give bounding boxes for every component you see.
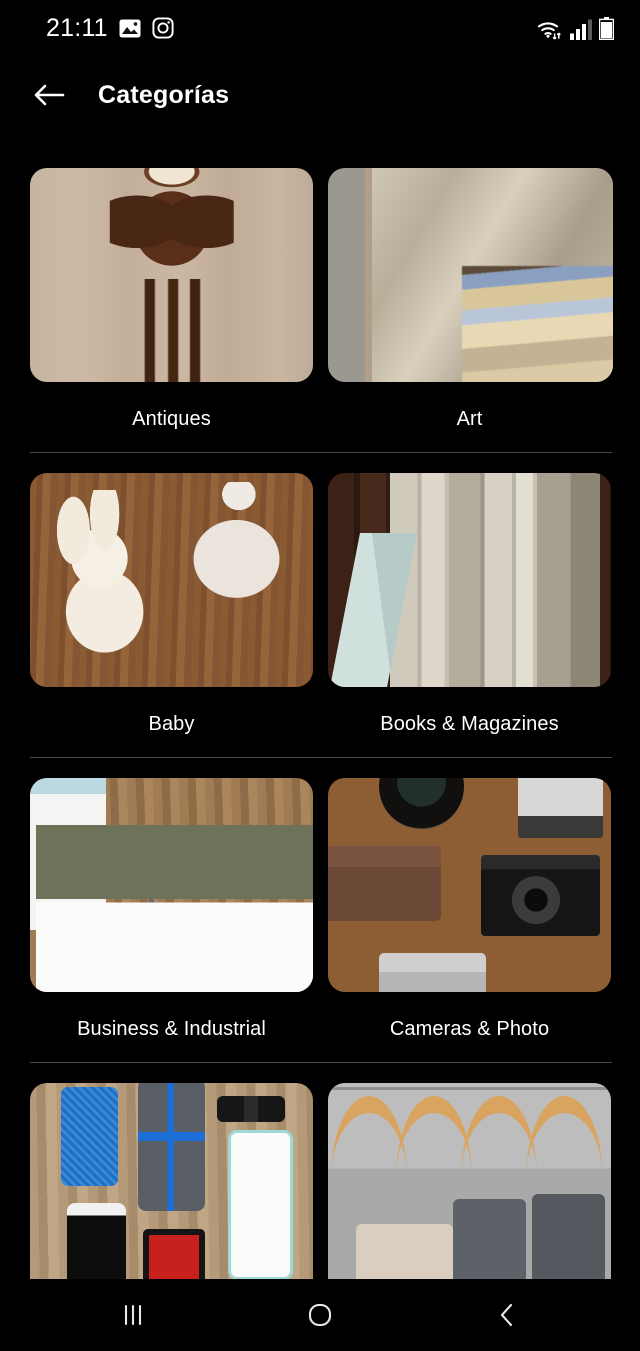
category-thumbnail[interactable] <box>30 1083 313 1279</box>
wifi-icon <box>537 19 563 40</box>
business-image <box>30 778 313 992</box>
back-arrow-icon <box>34 84 65 106</box>
category-thumbnail[interactable] <box>328 1083 611 1279</box>
white-case-shape <box>228 1130 294 1279</box>
flash-shape <box>517 778 603 838</box>
recents-button[interactable] <box>88 1300 178 1330</box>
baby-image <box>30 473 313 687</box>
cameras-image <box>328 778 611 992</box>
grey-case-shape <box>137 1083 206 1212</box>
signal-icon <box>570 19 592 40</box>
cell-phones-image <box>30 1083 313 1279</box>
clothing-image <box>328 1083 611 1279</box>
category-card-antiques[interactable]: Antiques <box>30 168 313 429</box>
camera-lens-shape <box>511 876 561 924</box>
red-phone-shape <box>143 1228 206 1279</box>
category-row: Antiques Art <box>0 148 640 453</box>
photo-icon <box>119 19 141 38</box>
android-navigation-bar <box>0 1279 640 1351</box>
rail-shape <box>328 1087 611 1091</box>
category-label: Business & Industrial <box>77 1018 266 1040</box>
category-card-business-industrial[interactable]: Business & Industrial <box>30 778 313 1039</box>
antiques-image <box>30 168 313 382</box>
garment-shape <box>356 1224 453 1279</box>
art-image <box>328 168 613 382</box>
category-card-clothing[interactable] <box>328 1083 611 1279</box>
status-bar-right <box>537 16 614 40</box>
instagram-icon <box>152 17 174 39</box>
nav-back-button[interactable] <box>462 1299 552 1331</box>
status-clock: 21:11 <box>46 13 108 42</box>
phone-screen: 21:11 Categorías Antiques Art Baby Books… <box>0 0 640 1351</box>
hanger-shape <box>526 1095 603 1229</box>
category-label: Antiques <box>132 408 211 430</box>
home-button[interactable] <box>275 1299 365 1331</box>
recents-icon <box>125 1304 142 1326</box>
category-label: Books & Magazines <box>380 713 559 735</box>
category-thumbnail[interactable] <box>30 778 313 992</box>
category-label: Cameras & Photo <box>389 1018 550 1040</box>
category-label: Art <box>456 408 483 430</box>
battery-icon <box>599 16 614 40</box>
pen-shape <box>136 897 155 992</box>
blue-case-shape <box>61 1087 118 1186</box>
home-icon <box>308 1303 332 1327</box>
category-grid[interactable]: Antiques Art Baby Books & Magazines Busi… <box>0 148 640 1279</box>
white-phone-shape <box>66 1202 127 1279</box>
category-row <box>0 1063 640 1279</box>
earbuds-shape <box>216 1095 285 1122</box>
category-card-art[interactable]: Art <box>328 168 613 430</box>
category-card-cell-phones[interactable] <box>30 1083 313 1279</box>
category-row: Business & Industrial Cameras & Photo <box>0 758 640 1063</box>
category-thumbnail[interactable] <box>328 778 611 992</box>
app-header: Categorías <box>0 62 640 128</box>
back-icon <box>500 1303 512 1327</box>
envelope-shape <box>123 906 313 992</box>
category-card-books-magazines[interactable]: Books & Magazines <box>328 473 611 734</box>
silver-camera-shape <box>378 953 487 992</box>
category-card-cameras-photo[interactable]: Cameras & Photo <box>328 778 611 1039</box>
category-thumbnail[interactable] <box>328 168 613 382</box>
page-title: Categorías <box>98 80 230 109</box>
category-thumbnail[interactable] <box>30 168 313 382</box>
category-thumbnail[interactable] <box>328 473 611 687</box>
books-image <box>328 473 611 687</box>
category-card-baby[interactable]: Baby <box>30 473 313 734</box>
category-thumbnail[interactable] <box>30 473 313 687</box>
category-row: Baby Books & Magazines <box>0 453 640 758</box>
status-bar: 21:11 <box>0 0 640 56</box>
header-back-button[interactable] <box>18 82 80 108</box>
category-label: Baby <box>148 713 195 735</box>
status-bar-left: 21:11 <box>46 14 174 43</box>
